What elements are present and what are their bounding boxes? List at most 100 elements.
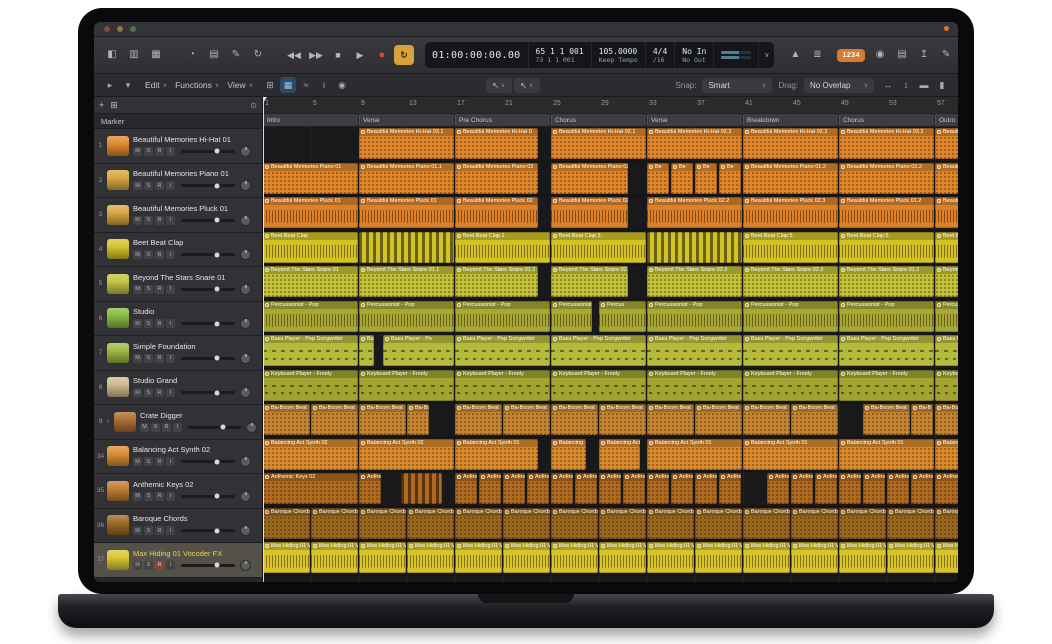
region[interactable]: Beet Beat Clap.6 [839, 232, 934, 263]
volume-slider[interactable] [181, 219, 235, 222]
mute-button[interactable]: M [133, 285, 142, 294]
mute-button[interactable]: M [133, 526, 142, 535]
region[interactable]: Anthe [647, 473, 669, 504]
input-monitor-button[interactable]: I [166, 250, 175, 259]
record-enable-button[interactable]: R [155, 285, 164, 294]
input-monitor-button[interactable]: I [166, 457, 175, 466]
region[interactable]: Max Hiding 01 V [743, 542, 790, 573]
region[interactable]: Beyond The Stars Snare 02.3 [743, 266, 838, 297]
count-in-badge[interactable]: 1234 [837, 49, 865, 62]
region[interactable]: Ba-Boom Beat [551, 404, 598, 435]
region[interactable]: Beyond The Stars Snare 02.3 [647, 266, 742, 297]
record-enable-button[interactable]: R [155, 561, 164, 570]
pan-knob[interactable] [240, 180, 251, 191]
region[interactable]: Beautiful Memories Pi [935, 163, 958, 194]
region[interactable]: Keyboard Player - Freely [359, 370, 454, 401]
hide-tracks-icon[interactable]: ▸ [102, 77, 118, 93]
snap-dropdown[interactable]: Smart∨ [702, 78, 772, 93]
region[interactable]: Ba-Boom Beat [863, 404, 910, 435]
region[interactable]: Ba-Boom Beat [455, 404, 502, 435]
region[interactable]: Beyond The Stars Snare 01.2 [455, 266, 538, 297]
record-enable-button[interactable]: R [162, 423, 171, 432]
automation-icon[interactable]: ◉ [334, 77, 350, 93]
input-monitor-button[interactable]: I [166, 216, 175, 225]
track-options-icon[interactable]: ⊙ [250, 101, 257, 110]
solo-button[interactable]: S [144, 388, 153, 397]
region[interactable]: Anthe [863, 473, 885, 504]
region[interactable]: Anthe [623, 473, 645, 504]
region[interactable]: Balancing Act [599, 439, 640, 470]
track-header[interactable]: 35Anthemic Keys 02MSRI [94, 474, 262, 509]
cycle-button[interactable]: ↻ [394, 45, 414, 65]
region[interactable]: Beautiful Memories Piano 01.2 [743, 163, 838, 194]
input-monitor-button[interactable]: I [166, 561, 175, 570]
region[interactable]: Max Hiding 01 V [263, 542, 310, 573]
region[interactable]: Bass Pla [935, 335, 958, 366]
region[interactable]: Percussio [935, 301, 958, 332]
region[interactable]: Percussionist - Pop [743, 301, 838, 332]
track-header[interactable]: 4Beet Beat ClapMSRI [94, 233, 262, 268]
waveform-zoom-icon[interactable]: ≈ [298, 77, 314, 93]
solo-button[interactable]: S [144, 319, 153, 328]
lcd-mode-chevron-icon[interactable]: ∨ [759, 42, 774, 68]
solo-button[interactable]: S [144, 354, 153, 363]
pan-knob[interactable] [246, 422, 257, 433]
share-icon[interactable]: ↥ [914, 45, 934, 65]
marker-segment[interactable]: Chorus [551, 114, 646, 126]
region[interactable]: Baroque C [935, 508, 958, 539]
left-click-tool-menu[interactable]: ↖∨ [486, 78, 512, 93]
marker-segment[interactable]: Pre Chorus [455, 114, 550, 126]
region[interactable]: Baroque Chords [551, 508, 598, 539]
region[interactable]: Baroque Chords [791, 508, 838, 539]
volume-thumb[interactable] [214, 252, 219, 257]
region[interactable]: Balancing [551, 439, 586, 470]
region[interactable]: Keyboard Player - Freely [551, 370, 646, 401]
quick-help-icon[interactable]: ▦ [146, 45, 166, 65]
region[interactable]: Anthe [527, 473, 549, 504]
show-tracks-icon[interactable]: ▾ [120, 77, 136, 93]
volume-thumb[interactable] [214, 149, 219, 154]
metronome-icon[interactable]: ▲ [785, 45, 805, 65]
region[interactable]: Max Hiding 01 V [455, 542, 502, 573]
region[interactable]: Ba-Boom Beat [311, 404, 358, 435]
input-monitor-button[interactable]: I [166, 388, 175, 397]
volume-slider[interactable] [181, 288, 235, 291]
region[interactable]: Ba-Boom Beat [599, 404, 646, 435]
volume-slider[interactable] [181, 150, 235, 153]
region[interactable]: Baroque Chords [311, 508, 358, 539]
record-enable-button[interactable]: R [155, 250, 164, 259]
play-button[interactable]: ▶ [350, 45, 370, 65]
minimize-button[interactable] [117, 26, 123, 32]
record-enable-button[interactable]: R [155, 388, 164, 397]
region[interactable]: Bass Player - Pop Songwriter [647, 335, 742, 366]
pan-knob[interactable] [240, 353, 251, 364]
region[interactable]: Max Hiding 01 V [887, 542, 934, 573]
track-header[interactable]: 5Beyond The Stars Snare 01MSRI [94, 267, 262, 302]
region[interactable]: Beyond The Stars Snare 02.1 [551, 266, 628, 297]
region[interactable]: Percus [599, 301, 646, 332]
region[interactable] [647, 232, 742, 263]
region[interactable]: Ba-Boom Beat [791, 404, 838, 435]
solo-button[interactable]: S [151, 423, 160, 432]
marker-track-row[interactable]: Marker [94, 114, 262, 129]
volume-slider[interactable] [181, 322, 235, 325]
region[interactable]: Ba-B [911, 404, 933, 435]
region[interactable]: Beautiful Memories Hi-Hat 03.2 [839, 128, 934, 159]
input-monitor-button[interactable]: I [166, 147, 175, 156]
pan-knob[interactable] [240, 491, 251, 502]
record-enable-button[interactable]: R [155, 354, 164, 363]
region[interactable]: Max Hiding 01 V [599, 542, 646, 573]
region[interactable]: Baroque Chords [743, 508, 790, 539]
solo-button[interactable]: S [144, 561, 153, 570]
region[interactable]: Ba-Boom Beat [647, 404, 694, 435]
volume-thumb[interactable] [214, 356, 219, 361]
tuner-icon[interactable]: ◉ [870, 45, 890, 65]
marker-segment[interactable]: Chorus [839, 114, 934, 126]
region[interactable]: Balancing Act Synth 01 [647, 439, 742, 470]
smart-controls-icon[interactable]: ◔ [182, 45, 202, 65]
command-click-tool-menu[interactable]: ↖∨ [514, 78, 540, 93]
mute-button[interactable]: M [133, 561, 142, 570]
region[interactable]: Max Hiding 01 V [839, 542, 886, 573]
region[interactable]: Keyboard Player - Freely [839, 370, 934, 401]
region[interactable]: Balancing Act Synth 01 [455, 439, 538, 470]
